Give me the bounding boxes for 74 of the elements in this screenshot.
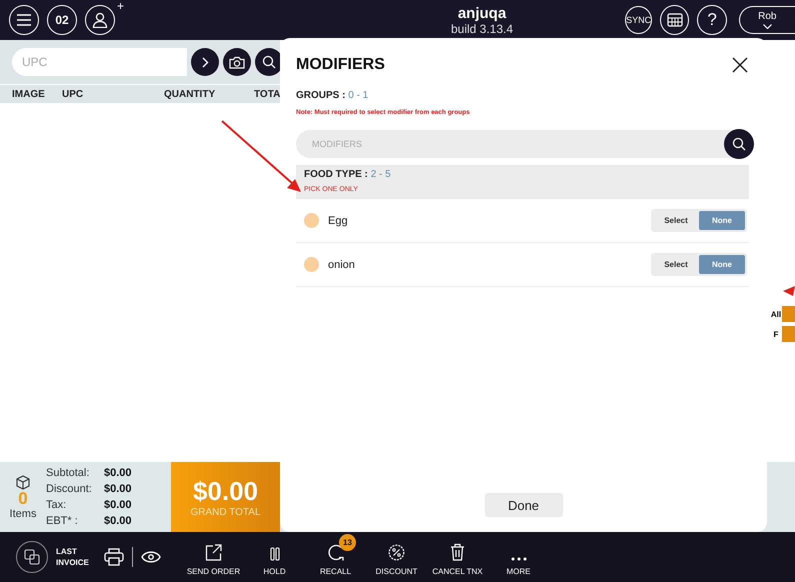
dialog-title: MODIFIERS — [296, 56, 385, 74]
menu-icon — [17, 14, 31, 26]
trash-icon — [450, 543, 465, 561]
share-icon — [205, 544, 222, 561]
column-header: TOTA — [254, 88, 280, 100]
toolbar-button[interactable]: DISCOUNT — [366, 534, 427, 580]
layers-icon — [24, 549, 40, 565]
summary-label: EBT* : — [46, 514, 79, 528]
group-title: FOOD TYPE : 2 - 5 — [304, 169, 392, 180]
toolbar-button[interactable]: RECALL 13 — [305, 534, 366, 580]
summary-value: $0.00 — [104, 514, 132, 528]
grand-total-label: GRAND TOTAL — [190, 507, 260, 518]
keyboard-icon — [666, 13, 683, 27]
add-user-button[interactable] — [85, 5, 115, 35]
summary-value: $0.00 — [104, 482, 132, 496]
preview-button[interactable] — [141, 551, 161, 563]
refresh-icon — [326, 544, 344, 561]
keyboard-button[interactable] — [660, 5, 690, 35]
pause-icon — [270, 547, 280, 561]
search-button[interactable] — [724, 129, 754, 159]
modifier-thumbnail — [304, 213, 319, 228]
column-header: UPC — [62, 88, 84, 100]
toolbar-button[interactable]: SEND ORDER — [183, 534, 244, 580]
add-mark: + — [116, 0, 124, 13]
user-icon — [92, 12, 108, 28]
last-invoice-button[interactable]: LAST INVOICE — [56, 546, 96, 568]
camera-icon — [229, 56, 245, 68]
summary-value: $0.00 — [104, 466, 132, 480]
modifier-name: Egg — [328, 214, 348, 226]
help-button[interactable]: ? — [697, 5, 727, 35]
annotation-arrow — [783, 286, 795, 296]
item-count: 0 — [18, 490, 28, 508]
search-icon — [732, 137, 746, 151]
box-icon — [16, 474, 30, 490]
done-button[interactable]: Done — [484, 493, 562, 517]
printer-icon — [104, 548, 124, 566]
upc-field[interactable]: UPC — [12, 48, 187, 76]
layers-button[interactable] — [16, 541, 48, 573]
close-button[interactable] — [731, 56, 749, 74]
camera-button[interactable] — [223, 48, 251, 76]
column-header: QUANTITY — [164, 88, 216, 100]
go-button[interactable] — [191, 48, 219, 76]
summary-label: Discount: — [46, 482, 93, 496]
groups-count: GROUPS : 0 - 1 — [296, 90, 370, 101]
toolbar-button[interactable]: MORE — [488, 534, 549, 580]
category-label: F — [772, 330, 780, 338]
column-header: IMAGE — [12, 88, 45, 100]
discount-icon — [388, 544, 405, 561]
menu-button[interactable] — [9, 5, 39, 35]
user-dropdown[interactable]: Rob — [738, 6, 795, 34]
toolbar-button[interactable]: CANCEL TNX — [427, 534, 488, 580]
items-label: Items — [10, 508, 36, 520]
caret-icon — [762, 24, 772, 29]
summary-label: Tax: — [46, 498, 68, 512]
build-version: build 3.13.4 — [450, 22, 514, 36]
choice-option[interactable]: Select — [653, 255, 699, 274]
eye-icon — [141, 551, 161, 563]
count-badge: 13 — [339, 534, 356, 551]
modifier-name: onion — [328, 258, 355, 270]
sync-button[interactable]: SYNC — [625, 6, 652, 34]
print-button[interactable] — [104, 548, 124, 566]
toolbar-button[interactable]: HOLD — [244, 534, 305, 580]
category-label: All — [770, 310, 782, 318]
close-icon — [732, 57, 748, 73]
grand-total-amount: $0.00 — [192, 476, 258, 507]
search-icon — [262, 55, 276, 69]
calendar-button[interactable]: 02 — [47, 5, 77, 35]
more-icon — [510, 557, 526, 561]
summary-value: $0.00 — [104, 498, 132, 512]
app-title: anjuqa — [456, 4, 508, 22]
modifier-thumbnail — [304, 257, 319, 272]
chevron-right-icon — [202, 56, 208, 68]
summary-label: Subtotal: — [46, 466, 90, 480]
choice-option[interactable]: Select — [653, 211, 699, 230]
